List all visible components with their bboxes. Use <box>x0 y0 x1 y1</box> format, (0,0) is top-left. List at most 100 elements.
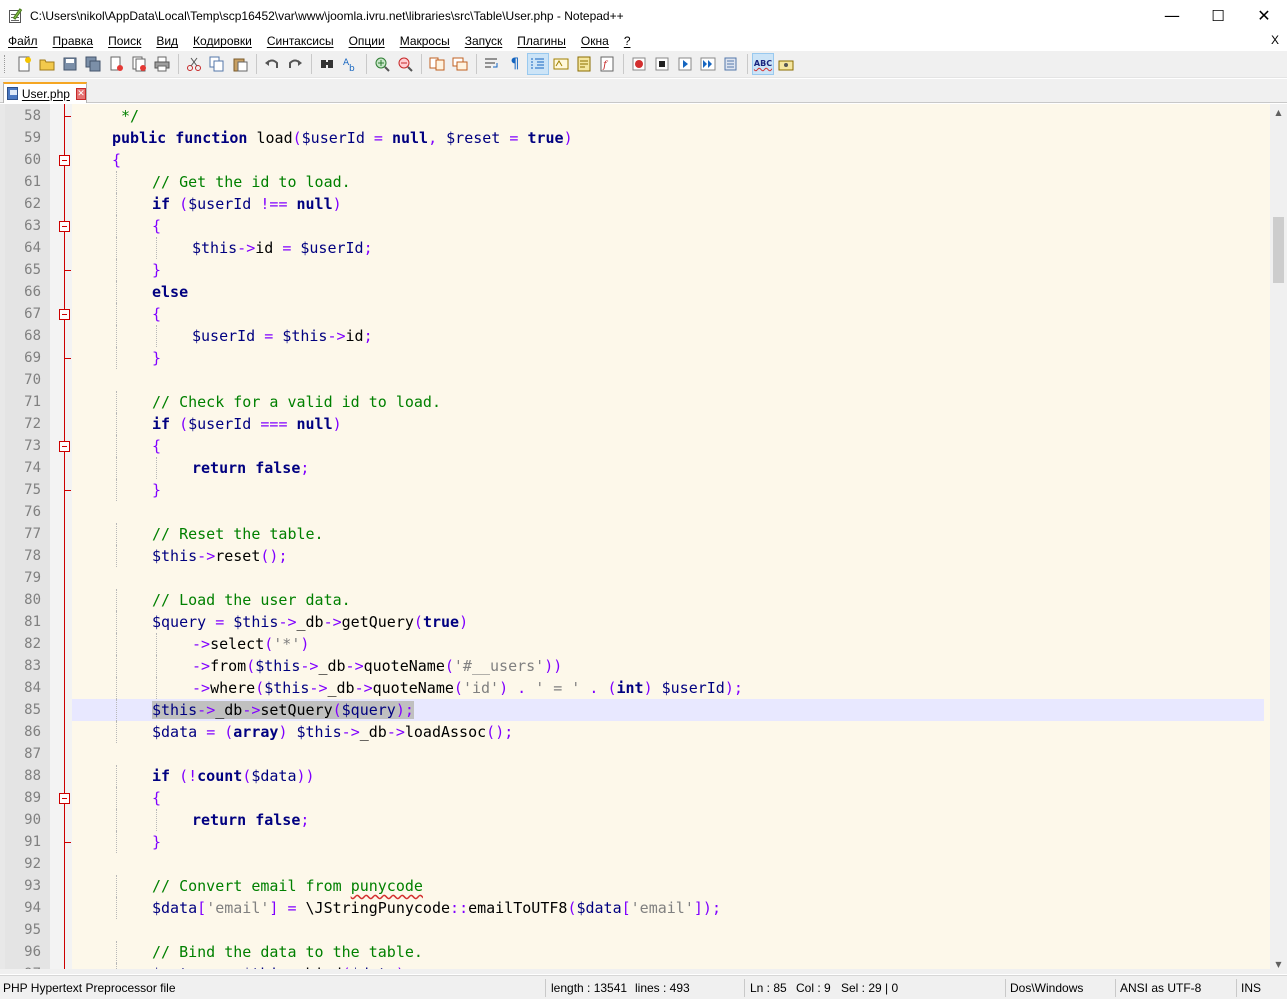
close-document-button[interactable]: X <box>1271 33 1279 47</box>
code-line[interactable]: $userId = $this->id; <box>72 325 1264 347</box>
sync-horizontal-icon[interactable] <box>449 53 471 75</box>
menu-settings[interactable]: Опции <box>341 34 392 48</box>
scrollbar-thumb[interactable] <box>1273 217 1284 283</box>
code-line[interactable]: // Convert email from punycode <box>72 875 1264 897</box>
code-line[interactable] <box>72 919 1264 941</box>
code-line[interactable]: $this->reset(); <box>72 545 1264 567</box>
code-line[interactable]: } <box>72 479 1264 501</box>
code-line[interactable] <box>72 567 1264 589</box>
code-line[interactable]: } <box>72 347 1264 369</box>
new-file-icon[interactable] <box>13 53 35 75</box>
code-line[interactable]: // Bind the data to the table. <box>72 941 1264 963</box>
indent-guide-icon[interactable] <box>527 53 549 75</box>
code-line[interactable]: $this->_db->setQuery($query); <box>72 699 1264 721</box>
code-line[interactable]: if ($userId !== null) <box>72 193 1264 215</box>
code-line[interactable]: */ <box>72 105 1264 127</box>
close-all-icon[interactable] <box>128 53 150 75</box>
code-editor[interactable]: 58 59 60 61 62 63 64 65 66 67 68 69 70 71 72 73 74 75 76 77… <box>0 104 1287 973</box>
menu-macro[interactable]: Макросы <box>392 34 457 48</box>
menu-encoding[interactable]: Кодировки <box>185 34 259 48</box>
code-line[interactable]: // Load the user data. <box>72 589 1264 611</box>
stop-macro-icon[interactable] <box>651 53 673 75</box>
vertical-scrollbar[interactable]: ▲ ▼ <box>1270 104 1287 973</box>
tab-close-icon[interactable]: ✕ <box>75 87 86 100</box>
fold-toggle-icon[interactable] <box>59 309 70 320</box>
sync-vertical-icon[interactable] <box>426 53 448 75</box>
undo-icon[interactable] <box>261 53 283 75</box>
close-window-button[interactable]: ✕ <box>1241 0 1287 31</box>
show-all-chars-icon[interactable]: ¶ <box>504 53 526 75</box>
redo-icon[interactable] <box>284 53 306 75</box>
code-line[interactable]: ->from($this->_db->quoteName('#__users')… <box>72 655 1264 677</box>
open-file-icon[interactable] <box>36 53 58 75</box>
code-line[interactable]: else <box>72 281 1264 303</box>
menu-edit[interactable]: Правка <box>45 34 101 48</box>
code-line[interactable]: public function load($userId = null, $re… <box>72 127 1264 149</box>
cut-icon[interactable] <box>183 53 205 75</box>
fold-toggle-icon[interactable] <box>59 221 70 232</box>
code-line[interactable]: return false; <box>72 809 1264 831</box>
scroll-up-arrow-icon[interactable]: ▲ <box>1270 104 1287 121</box>
play-macro-icon[interactable] <box>674 53 696 75</box>
menu-search[interactable]: Поиск <box>100 34 148 48</box>
code-line[interactable]: { <box>72 787 1264 809</box>
menu-language[interactable]: Синтаксисы <box>259 34 341 48</box>
code-line[interactable]: if (!count($data)) <box>72 765 1264 787</box>
code-line[interactable]: if ($userId === null) <box>72 413 1264 435</box>
status-eol[interactable]: Dos\Windows <box>1007 976 1083 999</box>
spellcheck-icon[interactable]: ABC <box>752 53 774 75</box>
code-line[interactable] <box>72 501 1264 523</box>
save-icon[interactable] <box>59 53 81 75</box>
minimize-button[interactable]: — <box>1149 0 1195 31</box>
menu-file[interactable]: Файл <box>0 34 45 48</box>
menu-run[interactable]: Запуск <box>457 34 510 48</box>
zoom-in-icon[interactable] <box>371 53 393 75</box>
code-line[interactable]: } <box>72 259 1264 281</box>
code-line[interactable]: { <box>72 215 1264 237</box>
toolbar-grip[interactable] <box>4 55 7 73</box>
code-line[interactable] <box>72 369 1264 391</box>
horizontal-scrollbar[interactable] <box>0 969 1287 974</box>
code-line[interactable]: } <box>72 831 1264 853</box>
record-macro-icon[interactable] <box>628 53 650 75</box>
code-line[interactable]: { <box>72 303 1264 325</box>
status-mode[interactable]: INS <box>1238 976 1261 999</box>
find-icon[interactable] <box>316 53 338 75</box>
menu-help[interactable]: ? <box>616 34 638 48</box>
code-line[interactable]: ->where($this->_db->quoteName('id') . ' … <box>72 677 1264 699</box>
fold-toggle-icon[interactable] <box>59 793 70 804</box>
fold-toggle-icon[interactable] <box>59 441 70 452</box>
tab-user-php[interactable]: User.php ✕ <box>3 82 87 103</box>
code-text-area[interactable]: */ public function load($userId = null, $… <box>72 104 1264 973</box>
code-line[interactable]: { <box>72 149 1264 171</box>
code-line[interactable]: // Check for a valid id to load. <box>72 391 1264 413</box>
print-icon[interactable] <box>151 53 173 75</box>
function-list-icon[interactable]: f <box>596 53 618 75</box>
code-line[interactable] <box>72 853 1264 875</box>
code-line[interactable]: ->select('*') <box>72 633 1264 655</box>
close-icon[interactable] <box>105 53 127 75</box>
code-line[interactable]: { <box>72 435 1264 457</box>
code-line[interactable]: $data = (array) $this->_db->loadAssoc(); <box>72 721 1264 743</box>
code-line[interactable]: return false; <box>72 457 1264 479</box>
status-encoding[interactable]: ANSI as UTF-8 <box>1117 976 1201 999</box>
spellcheck-settings-icon[interactable] <box>775 53 797 75</box>
fold-toggle-icon[interactable] <box>59 155 70 166</box>
menu-plugins[interactable]: Плагины <box>509 34 573 48</box>
menu-window[interactable]: Окна <box>573 34 616 48</box>
doc-map-icon[interactable] <box>573 53 595 75</box>
word-wrap-icon[interactable] <box>481 53 503 75</box>
code-line[interactable]: // Reset the table. <box>72 523 1264 545</box>
code-line[interactable] <box>72 743 1264 765</box>
save-macro-icon[interactable] <box>720 53 742 75</box>
replace-icon[interactable]: Ab <box>339 53 361 75</box>
save-all-icon[interactable] <box>82 53 104 75</box>
paste-icon[interactable] <box>229 53 251 75</box>
code-line[interactable]: // Get the id to load. <box>72 171 1264 193</box>
code-line[interactable]: $this->id = $userId; <box>72 237 1264 259</box>
zoom-out-icon[interactable] <box>394 53 416 75</box>
run-macro-multiple-icon[interactable] <box>697 53 719 75</box>
code-line[interactable]: $query = $this->_db->getQuery(true) <box>72 611 1264 633</box>
copy-icon[interactable] <box>206 53 228 75</box>
code-line[interactable]: $data['email'] = \JStringPunycode::email… <box>72 897 1264 919</box>
